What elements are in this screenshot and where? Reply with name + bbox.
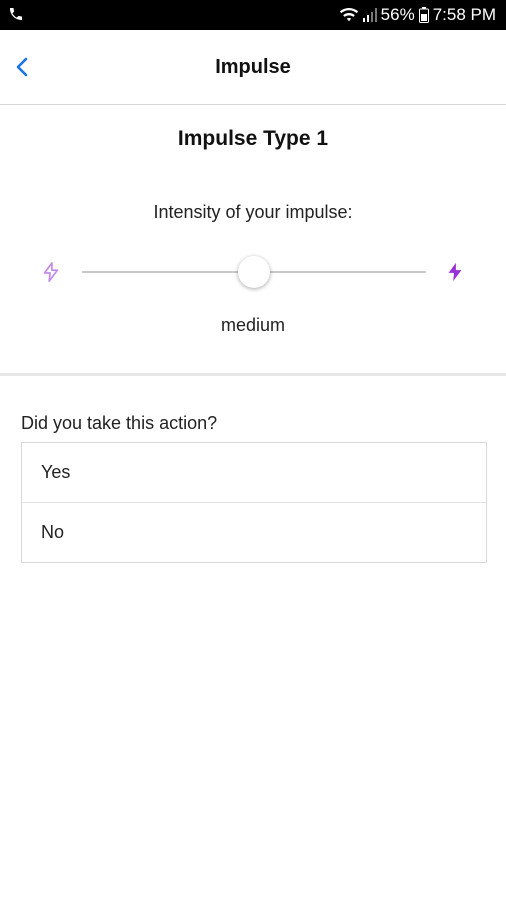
intensity-slider[interactable] xyxy=(82,256,426,288)
option-no[interactable]: No xyxy=(22,502,486,562)
section-divider xyxy=(0,373,506,376)
action-question: Did you take this action? xyxy=(21,413,218,433)
page-title: Impulse xyxy=(215,56,291,78)
lightning-outline-icon xyxy=(43,262,59,282)
option-yes[interactable]: Yes xyxy=(22,443,486,502)
slider-thumb[interactable] xyxy=(238,256,270,288)
intensity-slider-row xyxy=(0,250,506,294)
clock: 7:58 PM xyxy=(432,5,496,24)
intensity-label: Intensity of your impulse: xyxy=(153,202,353,222)
intensity-value-label: medium xyxy=(220,315,286,335)
phone-icon xyxy=(8,6,24,27)
impulse-type-title: Impulse Type 1 xyxy=(177,127,329,150)
lightning-filled-icon xyxy=(448,262,462,282)
signal-icon xyxy=(362,8,377,22)
app-bar: Impulse xyxy=(0,30,506,105)
wifi-icon xyxy=(339,7,359,23)
battery-icon xyxy=(418,7,429,23)
action-options: Yes No xyxy=(21,442,487,563)
battery-percent: 56% xyxy=(380,5,415,24)
status-bar: 56% 7:58 PM xyxy=(0,0,506,30)
impulse-section: Impulse Type 1 Intensity of your impulse… xyxy=(0,105,506,373)
